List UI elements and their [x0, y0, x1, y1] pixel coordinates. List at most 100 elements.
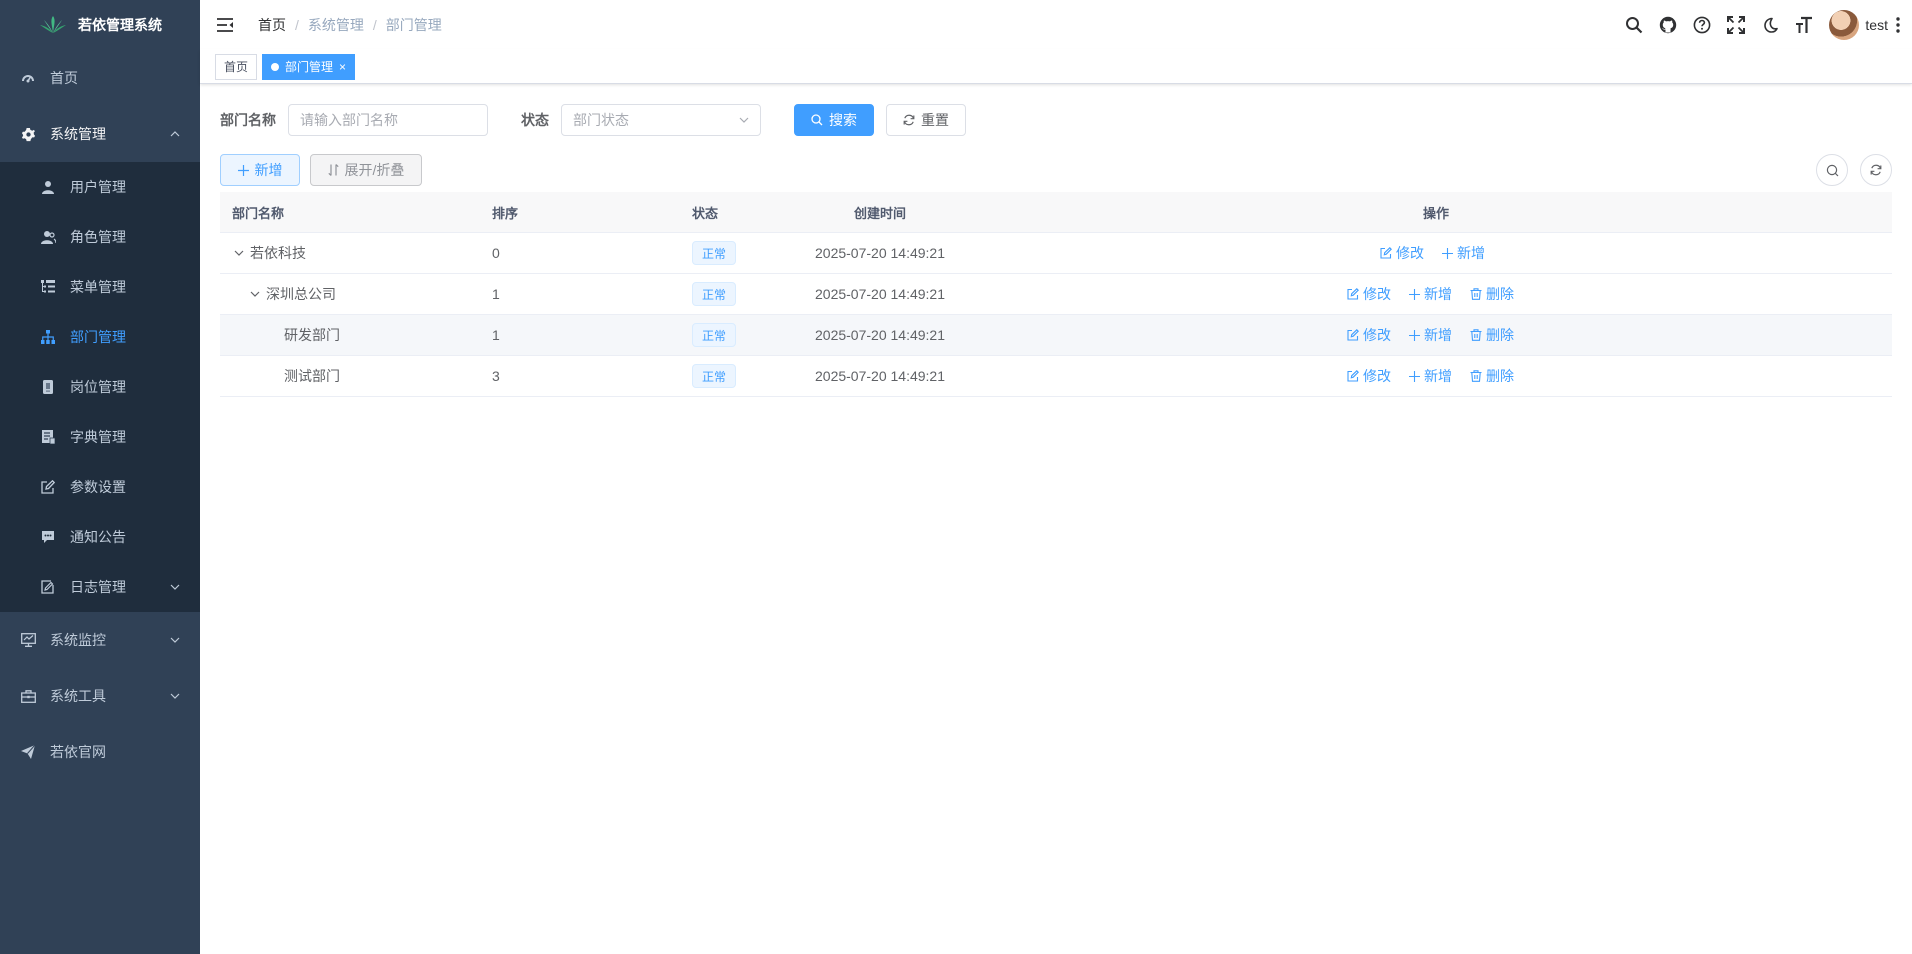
- dept-name-placeholder: 请输入部门名称: [300, 112, 398, 128]
- sidebar-item-label: 日志管理: [70, 579, 126, 595]
- breadcrumb-separator: /: [295, 16, 299, 33]
- dept-name-input[interactable]: 请输入部门名称: [288, 104, 488, 136]
- edit-button[interactable]: 修改: [1347, 366, 1391, 386]
- fullscreen-icon: [1727, 16, 1746, 34]
- refresh-table-button[interactable]: [1860, 154, 1892, 186]
- header-order: 排序: [492, 205, 519, 221]
- add-child-button[interactable]: 新增: [1409, 284, 1452, 304]
- submenu-system: 用户管理 角色管理 菜单管理 部门管理 岗位管理 字典管理 参数设置 通知公告 …: [0, 162, 200, 612]
- username[interactable]: test: [1865, 17, 1888, 33]
- size-select-button[interactable]: [1787, 0, 1821, 50]
- sidebar-item-system[interactable]: 系统管理: [0, 106, 200, 162]
- toggle-search-button[interactable]: [1816, 154, 1848, 186]
- breadcrumb-home[interactable]: 首页: [258, 15, 286, 35]
- more-vertical-icon[interactable]: [1896, 17, 1900, 33]
- github-icon: [1659, 16, 1677, 34]
- close-icon[interactable]: ×: [339, 60, 346, 74]
- plus-icon: [237, 164, 249, 176]
- tag-label: 首页: [224, 60, 249, 74]
- edit-label: 修改: [1363, 368, 1391, 384]
- add-button[interactable]: 新增: [220, 154, 300, 186]
- trash-icon: [1470, 329, 1482, 341]
- tag-label: 部门管理: [285, 60, 334, 74]
- delete-button[interactable]: 删除: [1470, 366, 1514, 386]
- sidebar-item-posts[interactable]: 岗位管理: [0, 362, 200, 412]
- edit-button[interactable]: 修改: [1380, 243, 1424, 263]
- navbar: 首页 / 系统管理 / 部门管理 test: [200, 0, 1912, 50]
- sidebar-item-tools[interactable]: 系统工具: [0, 668, 200, 724]
- sidebar-item-notices[interactable]: 通知公告: [0, 512, 200, 562]
- search-button[interactable]: 搜索: [794, 104, 874, 136]
- fullscreen-button[interactable]: [1719, 0, 1753, 50]
- refresh-icon: [1870, 164, 1882, 176]
- logo[interactable]: 若依管理系统: [0, 0, 200, 50]
- edit-label: 修改: [1396, 245, 1424, 261]
- dept-name-label: 部门名称: [220, 112, 276, 128]
- chevron-down-icon: [170, 584, 180, 590]
- sidebar-item-website[interactable]: 若依官网: [0, 724, 200, 780]
- add-button-label: 新增: [254, 162, 283, 178]
- delete-label: 删除: [1486, 286, 1514, 302]
- sidebar-item-depts[interactable]: 部门管理: [0, 312, 200, 362]
- edit-button[interactable]: 修改: [1347, 284, 1391, 304]
- header-dept-name: 部门名称: [232, 205, 285, 221]
- tag-dept[interactable]: 部门管理 ×: [262, 53, 356, 80]
- edit-button[interactable]: 修改: [1347, 325, 1391, 345]
- main-container: 首页 / 系统管理 / 部门管理 test 首页 部门管理 × 部门名称 请输入…: [200, 0, 1912, 954]
- active-dot: [271, 62, 280, 71]
- header-create-time: 创建时间: [854, 205, 907, 221]
- font-size-icon: [1795, 16, 1813, 34]
- app-main: 部门名称 请输入部门名称 状态 部门状态 搜索 重置 新增 展开/折叠 部门名称…: [200, 84, 1912, 417]
- sidebar-item-users[interactable]: 用户管理: [0, 162, 200, 212]
- status-label: 状态: [521, 112, 549, 128]
- tag-home[interactable]: 首页: [215, 53, 258, 80]
- sidebar-item-dicts[interactable]: 字典管理: [0, 412, 200, 462]
- trash-icon: [1470, 370, 1482, 382]
- dept-table: 部门名称 排序 状态 创建时间 操作 若依科技 0 正常 2025-07-20: [220, 192, 1892, 397]
- delete-button[interactable]: 删除: [1470, 325, 1514, 345]
- sidebar-item-logs[interactable]: 日志管理: [0, 562, 200, 612]
- docs-button[interactable]: [1685, 0, 1719, 50]
- search-form: 部门名称 请输入部门名称 状态 部门状态 搜索 重置: [220, 104, 1892, 136]
- add-child-button[interactable]: 新增: [1409, 325, 1452, 345]
- expand-collapse-button[interactable]: 展开/折叠: [310, 154, 422, 186]
- dept-name-cell: 若依科技: [232, 233, 306, 273]
- sidebar-item-label: 字典管理: [70, 429, 126, 445]
- delete-label: 删除: [1486, 368, 1514, 384]
- sidebar-item-home[interactable]: 首页: [0, 50, 200, 106]
- hamburger-button[interactable]: [200, 0, 250, 50]
- header-search-button[interactable]: [1617, 0, 1651, 50]
- create-time-cell: 2025-07-20 14:49:21: [815, 327, 945, 343]
- dept-name-cell: 测试部门: [284, 356, 340, 396]
- delete-label: 删除: [1486, 327, 1514, 343]
- add-child-button[interactable]: 新增: [1442, 243, 1485, 263]
- plus-icon: [1409, 329, 1420, 341]
- chevron-down-icon[interactable]: [248, 291, 262, 297]
- message-icon: [40, 529, 56, 545]
- sidebar-item-menus[interactable]: 菜单管理: [0, 262, 200, 312]
- sidebar-item-label: 岗位管理: [70, 379, 126, 395]
- status-select[interactable]: 部门状态: [561, 104, 761, 136]
- avatar[interactable]: [1829, 10, 1860, 40]
- chevron-down-icon[interactable]: [232, 250, 246, 256]
- github-button[interactable]: [1651, 0, 1685, 50]
- create-time-cell: 2025-07-20 14:49:21: [815, 245, 945, 261]
- add-child-button[interactable]: 新增: [1409, 366, 1452, 386]
- sidebar-item-roles[interactable]: 角色管理: [0, 212, 200, 262]
- monitor-icon: [20, 632, 36, 648]
- breadcrumb-system: 系统管理: [307, 16, 364, 33]
- sidebar-item-configs[interactable]: 参数设置: [0, 462, 200, 512]
- status-badge: 正常: [692, 323, 737, 347]
- reset-button[interactable]: 重置: [886, 104, 966, 136]
- sidebar-item-monitor[interactable]: 系统监控: [0, 612, 200, 668]
- edit-icon: [40, 479, 56, 495]
- actions-cell: 修改 新增 删除: [1347, 356, 1532, 396]
- delete-button[interactable]: 删除: [1470, 284, 1514, 304]
- theme-toggle-button[interactable]: [1753, 0, 1787, 50]
- create-time-cell: 2025-07-20 14:49:21: [815, 286, 945, 302]
- sidebar-item-label: 通知公告: [70, 529, 126, 545]
- right-toolbar: [1816, 154, 1892, 186]
- status-cell: 正常: [692, 274, 737, 314]
- sidebar-item-label: 菜单管理: [70, 279, 126, 295]
- edit-label: 修改: [1363, 286, 1391, 302]
